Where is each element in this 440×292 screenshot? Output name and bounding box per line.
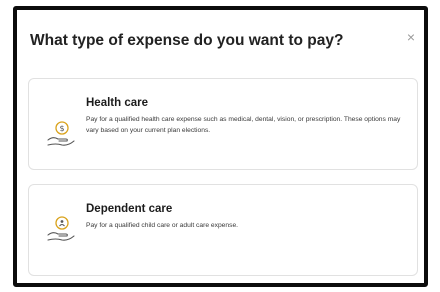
dialog-title: What type of expense do you want to pay? — [30, 32, 344, 49]
dependent-care-option[interactable]: Dependent care Pay for a qualified child… — [28, 184, 418, 276]
dollar-hand-icon: $ — [47, 121, 75, 146]
dependent-care-title: Dependent care — [86, 203, 173, 215]
care-hand-icon — [47, 216, 75, 241]
svg-text:$: $ — [59, 124, 64, 133]
health-care-description: Pay for a qualified health care expense … — [86, 116, 401, 134]
health-care-title: Health care — [86, 97, 149, 109]
close-icon[interactable]: × — [402, 28, 420, 46]
dependent-care-description: Pay for a qualified child care or adult … — [86, 222, 239, 229]
health-care-option[interactable]: $ Health care Pay for a qualified health… — [28, 78, 418, 170]
expense-type-dialog: What type of expense do you want to pay?… — [13, 6, 428, 287]
